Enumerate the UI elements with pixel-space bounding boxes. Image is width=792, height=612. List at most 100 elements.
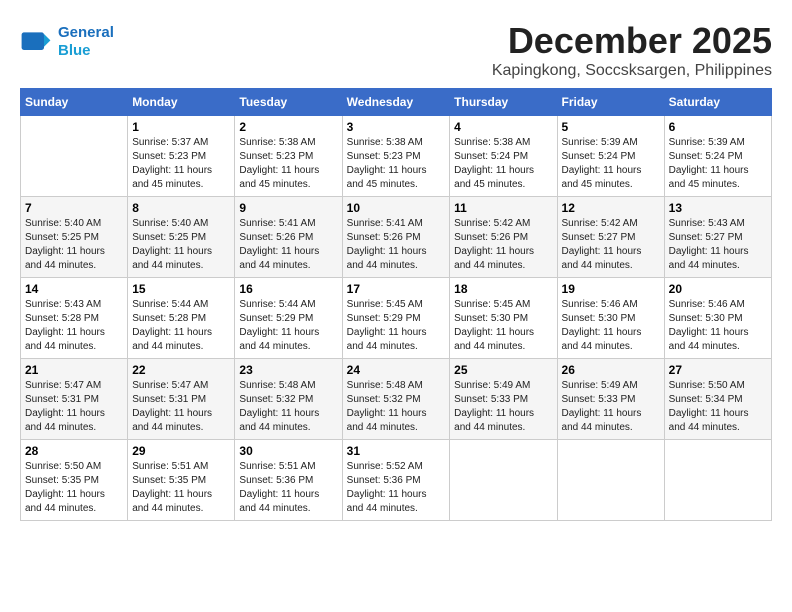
day-number: 8 — [132, 201, 230, 215]
calendar-header-row: SundayMondayTuesdayWednesdayThursdayFrid… — [21, 89, 772, 116]
calendar-week-row: 28Sunrise: 5:50 AM Sunset: 5:35 PM Dayli… — [21, 440, 772, 521]
calendar-cell: 3 Sunrise: 5:38 AM Sunset: 5:23 PM Daylig… — [342, 116, 450, 197]
day-number: 5 — [562, 120, 660, 134]
day-number: 7 — [25, 201, 123, 215]
calendar-cell: 9 Sunrise: 5:41 AM Sunset: 5:26 PM Daylig… — [235, 197, 342, 278]
calendar-cell — [450, 440, 557, 521]
calendar-cell: 15 Sunrise: 5:44 AM Sunset: 5:28 PM Dayli… — [128, 278, 235, 359]
day-number: 11 — [454, 201, 552, 215]
calendar-cell: 6 Sunrise: 5:39 AM Sunset: 5:24 PM Daylig… — [664, 116, 771, 197]
calendar-week-row: 7 Sunrise: 5:40 AM Sunset: 5:25 PM Daylig… — [21, 197, 772, 278]
day-info: Sunrise: 5:39 AM Sunset: 5:24 PM Dayligh… — [669, 136, 767, 192]
calendar-day-header: Thursday — [450, 89, 557, 116]
calendar-cell: 10Sunrise: 5:41 AM Sunset: 5:26 PM Dayli… — [342, 197, 450, 278]
calendar-table: SundayMondayTuesdayWednesdayThursdayFrid… — [20, 88, 772, 521]
day-number: 20 — [669, 282, 767, 296]
day-info: Sunrise: 5:39 AM Sunset: 5:24 PM Dayligh… — [562, 136, 660, 192]
day-number: 30 — [239, 444, 337, 458]
day-info: Sunrise: 5:37 AM Sunset: 5:23 PM Dayligh… — [132, 136, 230, 192]
calendar-cell: 22 Sunrise: 5:47 AM Sunset: 5:31 PM Dayli… — [128, 359, 235, 440]
day-number: 21 — [25, 363, 123, 377]
day-info: Sunrise: 5:42 AM Sunset: 5:27 PM Dayligh… — [562, 217, 660, 273]
calendar-cell: 7 Sunrise: 5:40 AM Sunset: 5:25 PM Daylig… — [21, 197, 128, 278]
day-info: Sunrise: 5:42 AM Sunset: 5:26 PM Dayligh… — [454, 217, 552, 273]
day-number: 15 — [132, 282, 230, 296]
day-info: Sunrise: 5:38 AM Sunset: 5:23 PM Dayligh… — [239, 136, 337, 192]
calendar-week-row: 14Sunrise: 5:43 AM Sunset: 5:28 PM Dayli… — [21, 278, 772, 359]
calendar-cell: 20 Sunrise: 5:46 AM Sunset: 5:30 PM Dayli… — [664, 278, 771, 359]
logo-icon — [20, 26, 52, 58]
day-number: 17 — [347, 282, 446, 296]
calendar-cell: 31 Sunrise: 5:52 AM Sunset: 5:36 PM Dayli… — [342, 440, 450, 521]
calendar-cell: 30 Sunrise: 5:51 AM Sunset: 5:36 PM Dayli… — [235, 440, 342, 521]
logo: General Blue — [20, 24, 114, 60]
subtitle: Kapingkong, Soccsksargen, Philippines — [492, 62, 772, 80]
day-number: 19 — [562, 282, 660, 296]
day-info: Sunrise: 5:51 AM Sunset: 5:36 PM Dayligh… — [239, 460, 337, 516]
calendar-cell: 26Sunrise: 5:49 AM Sunset: 5:33 PM Dayli… — [557, 359, 664, 440]
day-number: 6 — [669, 120, 767, 134]
calendar-cell — [21, 116, 128, 197]
calendar-cell: 19Sunrise: 5:46 AM Sunset: 5:30 PM Dayli… — [557, 278, 664, 359]
day-number: 12 — [562, 201, 660, 215]
day-number: 13 — [669, 201, 767, 215]
calendar-cell: 18Sunrise: 5:45 AM Sunset: 5:30 PM Dayli… — [450, 278, 557, 359]
calendar-cell: 13 Sunrise: 5:43 AM Sunset: 5:27 PM Dayli… — [664, 197, 771, 278]
calendar-cell: 27Sunrise: 5:50 AM Sunset: 5:34 PM Dayli… — [664, 359, 771, 440]
day-info: Sunrise: 5:48 AM Sunset: 5:32 PM Dayligh… — [347, 379, 446, 435]
day-info: Sunrise: 5:47 AM Sunset: 5:31 PM Dayligh… — [25, 379, 123, 435]
calendar-cell: 17 Sunrise: 5:45 AM Sunset: 5:29 PM Dayli… — [342, 278, 450, 359]
calendar-cell — [664, 440, 771, 521]
day-info: Sunrise: 5:38 AM Sunset: 5:24 PM Dayligh… — [454, 136, 552, 192]
day-info: Sunrise: 5:43 AM Sunset: 5:27 PM Dayligh… — [669, 217, 767, 273]
day-info: Sunrise: 5:46 AM Sunset: 5:30 PM Dayligh… — [669, 298, 767, 354]
day-number: 27 — [669, 363, 767, 377]
calendar-body: 1 Sunrise: 5:37 AM Sunset: 5:23 PM Daylig… — [21, 116, 772, 521]
day-number: 14 — [25, 282, 123, 296]
calendar-cell: 25 Sunrise: 5:49 AM Sunset: 5:33 PM Dayli… — [450, 359, 557, 440]
day-number: 23 — [239, 363, 337, 377]
calendar-cell: 8 Sunrise: 5:40 AM Sunset: 5:25 PM Daylig… — [128, 197, 235, 278]
day-number: 3 — [347, 120, 446, 134]
calendar-cell: 4 Sunrise: 5:38 AM Sunset: 5:24 PM Daylig… — [450, 116, 557, 197]
day-info: Sunrise: 5:44 AM Sunset: 5:29 PM Dayligh… — [239, 298, 337, 354]
page-header: General Blue December 2025 Kapingkong, S… — [20, 20, 772, 80]
calendar-cell: 5 Sunrise: 5:39 AM Sunset: 5:24 PM Daylig… — [557, 116, 664, 197]
calendar-day-header: Friday — [557, 89, 664, 116]
day-info: Sunrise: 5:40 AM Sunset: 5:25 PM Dayligh… — [132, 217, 230, 273]
calendar-day-header: Tuesday — [235, 89, 342, 116]
day-info: Sunrise: 5:49 AM Sunset: 5:33 PM Dayligh… — [454, 379, 552, 435]
day-number: 4 — [454, 120, 552, 134]
calendar-cell: 28Sunrise: 5:50 AM Sunset: 5:35 PM Dayli… — [21, 440, 128, 521]
day-number: 22 — [132, 363, 230, 377]
calendar-week-row: 1 Sunrise: 5:37 AM Sunset: 5:23 PM Daylig… — [21, 116, 772, 197]
day-info: Sunrise: 5:44 AM Sunset: 5:28 PM Dayligh… — [132, 298, 230, 354]
day-info: Sunrise: 5:52 AM Sunset: 5:36 PM Dayligh… — [347, 460, 446, 516]
day-info: Sunrise: 5:41 AM Sunset: 5:26 PM Dayligh… — [239, 217, 337, 273]
calendar-day-header: Monday — [128, 89, 235, 116]
calendar-cell: 14Sunrise: 5:43 AM Sunset: 5:28 PM Dayli… — [21, 278, 128, 359]
day-number: 9 — [239, 201, 337, 215]
main-title: December 2025 — [492, 20, 772, 62]
day-number: 29 — [132, 444, 230, 458]
day-number: 28 — [25, 444, 123, 458]
calendar-day-header: Wednesday — [342, 89, 450, 116]
day-number: 31 — [347, 444, 446, 458]
day-number: 1 — [132, 120, 230, 134]
day-info: Sunrise: 5:41 AM Sunset: 5:26 PM Dayligh… — [347, 217, 446, 273]
calendar-cell: 23Sunrise: 5:48 AM Sunset: 5:32 PM Dayli… — [235, 359, 342, 440]
day-info: Sunrise: 5:45 AM Sunset: 5:29 PM Dayligh… — [347, 298, 446, 354]
day-number: 24 — [347, 363, 446, 377]
calendar-cell: 21 Sunrise: 5:47 AM Sunset: 5:31 PM Dayli… — [21, 359, 128, 440]
day-number: 25 — [454, 363, 552, 377]
day-number: 2 — [239, 120, 337, 134]
logo-text: General Blue — [58, 24, 114, 60]
calendar-day-header: Saturday — [664, 89, 771, 116]
calendar-week-row: 21 Sunrise: 5:47 AM Sunset: 5:31 PM Dayli… — [21, 359, 772, 440]
day-number: 18 — [454, 282, 552, 296]
calendar-day-header: Sunday — [21, 89, 128, 116]
day-info: Sunrise: 5:40 AM Sunset: 5:25 PM Dayligh… — [25, 217, 123, 273]
day-info: Sunrise: 5:38 AM Sunset: 5:23 PM Dayligh… — [347, 136, 446, 192]
day-info: Sunrise: 5:47 AM Sunset: 5:31 PM Dayligh… — [132, 379, 230, 435]
calendar-cell: 2 Sunrise: 5:38 AM Sunset: 5:23 PM Daylig… — [235, 116, 342, 197]
